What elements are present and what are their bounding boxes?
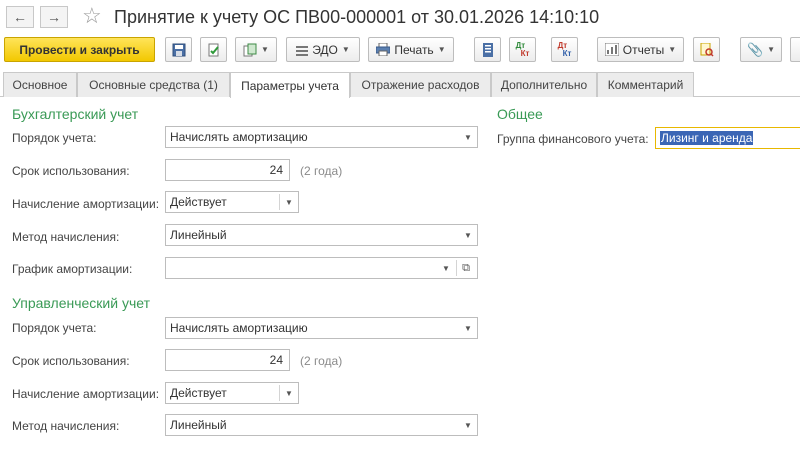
chevron-down-icon[interactable]: ▼ (437, 258, 455, 278)
accounting-schedule-label: График амортизации: (12, 262, 133, 276)
forward-button[interactable]: → (40, 6, 68, 28)
create-based-on-button[interactable]: ▼ (235, 37, 277, 62)
accounting-depreciation-select[interactable]: Действует ▼ (165, 191, 299, 213)
accounting-order-select[interactable]: Начислять амортизацию ▼ (165, 126, 478, 148)
tab-accounting-params[interactable]: Параметры учета (230, 72, 350, 98)
journal-icon (482, 42, 493, 57)
accounting-section-title: Бухгалтерский учет (12, 106, 139, 122)
management-term-input[interactable]: 24 (165, 349, 290, 371)
tab-expense-reflection[interactable]: Отражение расходов (350, 72, 491, 97)
accounting-depreciation-label: Начисление амортизации: (12, 197, 160, 211)
management-depreciation-select[interactable]: Действует ▼ (165, 382, 299, 404)
tab-additional[interactable]: Дополнительно (491, 72, 597, 97)
finance-group-input[interactable]: Лизинг и аренда (655, 127, 800, 149)
create-based-on-icon (243, 43, 257, 56)
save-icon (172, 43, 185, 56)
arrow-right-icon: → (47, 9, 61, 25)
tab-main[interactable]: Основное (3, 72, 77, 97)
paperclip-icon: 📎 (746, 41, 764, 57)
accounting-method-select[interactable]: Линейный ▼ (165, 224, 478, 246)
dt-kt-edit-button[interactable]: Дт Кт (551, 37, 578, 62)
attachments-button[interactable]: 📎 ▼ (740, 37, 782, 62)
accounting-order-label: Порядок учета: (12, 131, 97, 145)
management-section-title: Управленческий учет (12, 295, 150, 311)
management-order-select[interactable]: Начислять амортизацию ▼ (165, 317, 478, 339)
reports-icon (604, 43, 619, 56)
dt-kt-movements-button[interactable]: Дт Кт (509, 37, 536, 62)
more-button[interactable] (790, 37, 800, 62)
management-term-label: Срок использования: (12, 354, 130, 368)
management-term-hint: (2 года) (300, 354, 343, 368)
management-depreciation-label: Начисление амортизации: (12, 387, 160, 401)
dt-kt-icon: Дт Кт (515, 40, 530, 58)
management-method-label: Метод начисления: (12, 419, 120, 433)
accounting-term-label: Срок использования: (12, 164, 130, 178)
post-document-icon (208, 43, 219, 56)
dt-kt-edit-icon: Дт Кт (557, 40, 572, 58)
chevron-down-icon[interactable]: ▼ (280, 192, 298, 212)
journal-button[interactable] (474, 37, 501, 62)
post-and-close-label: Провести и закрыть (19, 42, 140, 57)
chevron-down-icon: ▼ (341, 45, 350, 54)
open-icon[interactable]: ⧉ (457, 258, 475, 278)
post-and-close-button[interactable]: Провести и закрыть (4, 37, 155, 62)
tab-fixed-assets[interactable]: Основные средства (1) (77, 72, 230, 97)
reports-button[interactable]: Отчеты ▼ (597, 37, 684, 62)
finance-group-label: Группа финансового учета: (497, 132, 649, 146)
chevron-down-icon[interactable]: ▼ (459, 318, 477, 338)
document-search-icon (700, 42, 714, 57)
save-button[interactable] (165, 37, 192, 62)
document-search-button[interactable] (693, 37, 720, 62)
print-label: Печать (394, 42, 434, 57)
management-order-label: Порядок учета: (12, 321, 97, 335)
accounting-schedule-select[interactable]: ▼ ⧉ (165, 257, 478, 279)
page-title: Принятие к учету ОС ПВ00-000001 от 30.01… (114, 7, 600, 27)
tab-comment[interactable]: Комментарий (597, 72, 694, 97)
back-button[interactable]: ← (6, 6, 34, 28)
chevron-down-icon[interactable]: ▼ (459, 127, 477, 147)
edo-button[interactable]: ЭДО ▼ (286, 37, 360, 62)
favorite-star-icon[interactable]: ☆ (82, 2, 102, 30)
edo-icon (296, 45, 309, 56)
chevron-down-icon[interactable]: ▼ (459, 415, 477, 435)
chevron-down-icon: ▼ (437, 45, 446, 54)
accounting-term-hint: (2 года) (300, 164, 343, 178)
accounting-method-label: Метод начисления: (12, 230, 120, 244)
printer-icon (376, 43, 391, 56)
accounting-term-input[interactable]: 24 (165, 159, 290, 181)
reports-label: Отчеты (622, 42, 665, 57)
management-method-select[interactable]: Линейный ▼ (165, 414, 478, 436)
edo-label: ЭДО (312, 42, 338, 57)
chevron-down-icon[interactable]: ▼ (459, 225, 477, 245)
print-button[interactable]: Печать ▼ (368, 37, 454, 62)
general-section-title: Общее (497, 106, 543, 122)
arrow-left-icon: ← (13, 9, 27, 25)
chevron-down-icon: ▼ (767, 45, 776, 54)
chevron-down-icon: ▼ (261, 45, 269, 54)
chevron-down-icon[interactable]: ▼ (280, 383, 298, 403)
post-button[interactable] (200, 37, 227, 62)
chevron-down-icon: ▼ (668, 45, 677, 54)
